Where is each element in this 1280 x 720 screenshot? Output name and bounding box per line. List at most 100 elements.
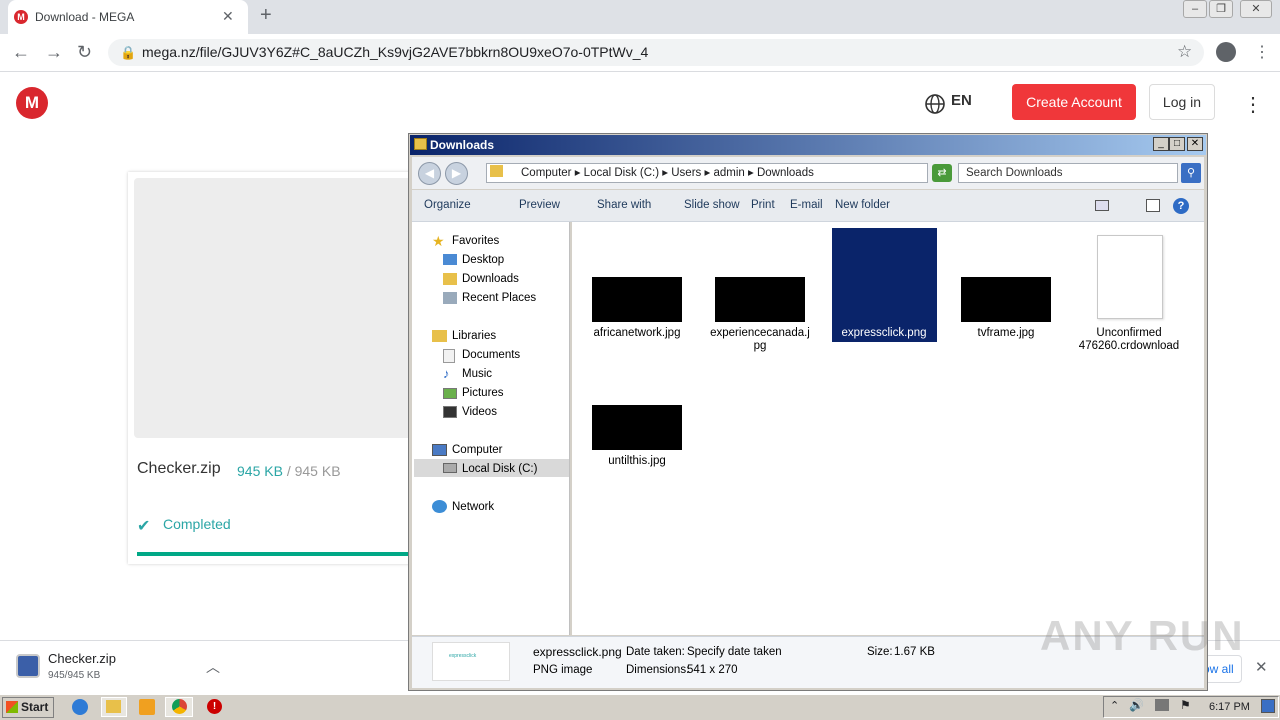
breadcrumb-users[interactable]: Users: [671, 167, 701, 179]
forward-button[interactable]: ▶: [445, 162, 468, 185]
network-tray-icon[interactable]: [1155, 699, 1169, 711]
download-item-name[interactable]: Checker.zip: [48, 651, 116, 666]
downloads-folder-icon: [443, 273, 457, 285]
flag-icon[interactable]: ⚑: [1180, 698, 1191, 712]
nav-libraries[interactable]: Libraries: [452, 330, 496, 342]
chevron-up-icon[interactable]: ︿: [206, 657, 220, 677]
file-preview: [134, 178, 414, 438]
volume-icon[interactable]: 🔊: [1129, 698, 1144, 712]
file-label[interactable]: expressclick.png: [829, 327, 939, 340]
breadcrumb-downloads[interactable]: Downloads: [757, 167, 814, 179]
view-icon[interactable]: [1095, 200, 1109, 211]
back-arrow-icon[interactable]: ←: [12, 42, 30, 63]
window-restore-button[interactable]: ❐: [1209, 0, 1233, 18]
url-text[interactable]: mega.nz/file/GJUV3Y6Z#C_8aUCZh_Ks9vjG2AV…: [142, 44, 648, 60]
new-folder-button[interactable]: New folder: [835, 199, 890, 211]
pictures-icon: [443, 388, 457, 399]
preview-menu[interactable]: Preview: [519, 199, 560, 211]
breadcrumb[interactable]: Computer ▸ Local Disk (C:) ▸ Users ▸ adm…: [486, 163, 928, 183]
nav-desktop[interactable]: Desktop: [462, 254, 504, 266]
file-label-line2: pg: [753, 340, 767, 352]
mega-logo[interactable]: M: [16, 87, 48, 119]
clock[interactable]: 6:17 PM: [1209, 701, 1250, 713]
explorer-minimize-button[interactable]: _: [1153, 137, 1169, 151]
details-size-label: Size:: [867, 646, 893, 658]
explorer-close-button[interactable]: ✕: [1187, 137, 1203, 151]
nav-favorites[interactable]: Favorites: [452, 235, 499, 247]
details-date-label: Date taken:: [626, 646, 685, 658]
language-label[interactable]: EN: [951, 92, 972, 109]
breadcrumb-computer[interactable]: Computer: [521, 167, 572, 179]
file-label[interactable]: tvframe.jpg: [951, 327, 1061, 340]
back-button[interactable]: ◀: [418, 162, 441, 185]
file-thumbnail[interactable]: [961, 277, 1051, 322]
share-with-menu[interactable]: Share with: [597, 199, 651, 211]
preview-pane-icon[interactable]: [1146, 199, 1160, 212]
checkmark-icon: ✔: [137, 518, 151, 535]
reload-icon[interactable]: ↻: [77, 42, 92, 63]
anyrun-watermark: ANY RUN: [1040, 612, 1245, 659]
window-close-button[interactable]: ✕: [1240, 0, 1272, 18]
ie-icon[interactable]: [72, 699, 88, 715]
nav-pictures[interactable]: Pictures: [462, 387, 504, 399]
profile-avatar-icon[interactable]: [1216, 42, 1236, 62]
details-thumbnail: expressclick: [432, 642, 510, 681]
nav-recent-places[interactable]: Recent Places: [462, 292, 536, 304]
nav-computer[interactable]: Computer: [452, 444, 503, 456]
explorer-title: Downloads: [410, 135, 1206, 155]
tab-close-icon[interactable]: ✕: [222, 8, 234, 25]
email-button[interactable]: E-mail: [790, 199, 823, 211]
file-label[interactable]: Unconfirmed 476260.crdownload: [1074, 327, 1184, 353]
create-account-button[interactable]: Create Account: [1012, 84, 1136, 120]
winrar-icon: [16, 654, 40, 678]
download-item-size: 945/945 KB: [48, 670, 101, 681]
browser-menu-icon[interactable]: ⋮: [1254, 42, 1270, 62]
forward-arrow-icon[interactable]: →: [45, 42, 63, 63]
file-thumbnail[interactable]: [592, 405, 682, 450]
computer-icon: [432, 444, 447, 456]
file-thumbnail[interactable]: [715, 277, 805, 322]
selected-file-highlight[interactable]: [832, 228, 937, 342]
login-button[interactable]: Log in: [1149, 84, 1215, 120]
nav-local-disk[interactable]: Local Disk (C:): [462, 463, 537, 475]
explorer-maximize-button[interactable]: □: [1169, 137, 1185, 151]
nav-music[interactable]: Music: [462, 368, 492, 380]
tray-expand-icon[interactable]: ⌃: [1110, 699, 1119, 712]
nav-downloads[interactable]: Downloads: [462, 273, 519, 285]
bookmark-star-icon[interactable]: ☆: [1177, 42, 1192, 62]
nav-documents[interactable]: Documents: [462, 349, 520, 361]
blank-file-icon[interactable]: [1097, 235, 1163, 319]
file-label[interactable]: untilthis.jpg: [582, 455, 692, 468]
file-label[interactable]: experiencecanada.j pg: [705, 327, 815, 353]
folder-icon: [414, 138, 427, 150]
details-date-value[interactable]: Specify date taken: [687, 646, 782, 658]
details-dimensions-value: 541 x 270: [687, 664, 738, 676]
close-shelf-icon[interactable]: ✕: [1255, 658, 1268, 676]
file-thumbnail[interactable]: [592, 277, 682, 322]
print-button[interactable]: Print: [751, 199, 775, 211]
slide-show-button[interactable]: Slide show: [684, 199, 740, 211]
search-input[interactable]: Search Downloads: [958, 163, 1178, 183]
breadcrumb-admin[interactable]: admin: [713, 167, 744, 179]
show-desktop-icon[interactable]: [1261, 699, 1275, 713]
download-status: Completed: [163, 516, 231, 532]
refresh-icon[interactable]: ⇄: [932, 164, 952, 182]
help-icon[interactable]: ?: [1173, 198, 1189, 214]
videos-icon: [443, 406, 457, 418]
nav-videos[interactable]: Videos: [462, 406, 497, 418]
globe-icon[interactable]: [924, 93, 946, 115]
breadcrumb-local-disk[interactable]: Local Disk (C:): [584, 167, 659, 179]
organize-menu[interactable]: Organize: [424, 199, 471, 211]
media-player-icon[interactable]: [139, 699, 155, 715]
mega-menu-icon[interactable]: ⋮: [1243, 92, 1263, 117]
stop-icon[interactable]: !: [207, 699, 222, 714]
nav-network[interactable]: Network: [452, 501, 494, 513]
file-label[interactable]: africanetwork.jpg: [582, 327, 692, 340]
search-icon[interactable]: ⚲: [1181, 163, 1201, 183]
file-label-line1: experiencecanada.j: [710, 327, 810, 339]
details-file-type: PNG image: [533, 664, 593, 676]
new-tab-button[interactable]: +: [260, 4, 272, 27]
file-label-line1: Unconfirmed: [1096, 327, 1162, 339]
window-minimize-button[interactable]: –: [1183, 0, 1207, 18]
details-size-value: 1.67 KB: [894, 646, 935, 658]
